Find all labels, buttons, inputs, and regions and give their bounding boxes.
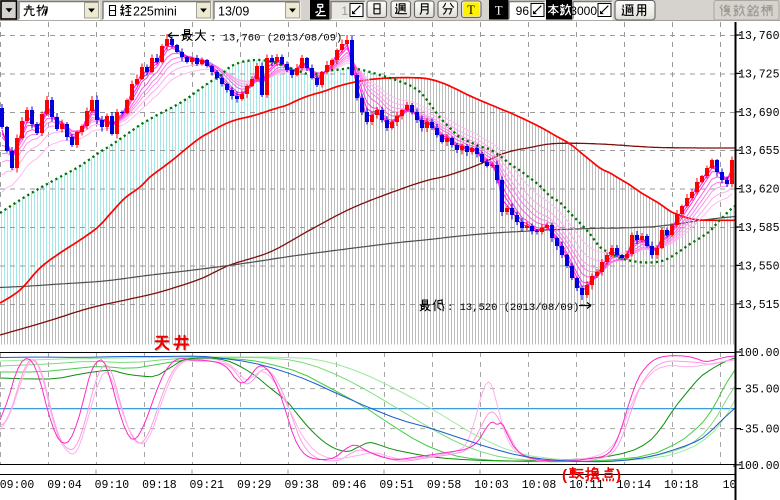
svg-text:13,620: 13,620 bbox=[738, 184, 780, 197]
svg-text:10:18: 10:18 bbox=[664, 479, 699, 492]
svg-text:13,550: 13,550 bbox=[738, 260, 780, 273]
svg-text:10: 10 bbox=[723, 479, 737, 492]
svg-text:T: T bbox=[495, 4, 503, 18]
svg-text:13,515: 13,515 bbox=[738, 299, 780, 312]
svg-text:09:51: 09:51 bbox=[379, 479, 414, 492]
svg-text:09:04: 09:04 bbox=[47, 479, 82, 492]
svg-text:13,690: 13,690 bbox=[738, 107, 780, 120]
svg-text:3000: 3000 bbox=[570, 4, 597, 18]
svg-text:09:46: 09:46 bbox=[332, 479, 367, 492]
svg-text:13/09: 13/09 bbox=[218, 4, 249, 18]
svg-text:10:14: 10:14 bbox=[617, 479, 652, 492]
svg-text:13,725: 13,725 bbox=[738, 68, 780, 81]
svg-text:35.00: 35.00 bbox=[745, 384, 780, 397]
svg-text:09:00: 09:00 bbox=[0, 479, 34, 492]
svg-text:225mini: 225mini bbox=[133, 4, 177, 18]
svg-text:T: T bbox=[467, 3, 475, 17]
svg-text:96: 96 bbox=[516, 4, 530, 18]
svg-text:09:58: 09:58 bbox=[427, 479, 462, 492]
svg-text:13,655: 13,655 bbox=[738, 145, 780, 158]
svg-text:13,585: 13,585 bbox=[738, 222, 780, 235]
svg-text:13,760: 13,760 bbox=[738, 30, 780, 43]
svg-text:09:21: 09:21 bbox=[190, 479, 225, 492]
svg-text:1: 1 bbox=[341, 4, 348, 18]
svg-text:(: ( bbox=[562, 467, 567, 484]
svg-text:09:38: 09:38 bbox=[284, 479, 319, 492]
svg-text:09:10: 09:10 bbox=[95, 479, 130, 492]
svg-text:09:18: 09:18 bbox=[142, 479, 177, 492]
svg-text:10:03: 10:03 bbox=[474, 479, 509, 492]
svg-text:10:08: 10:08 bbox=[522, 479, 557, 492]
svg-text:: 13,520 (2013/08/09): : 13,520 (2013/08/09) bbox=[447, 302, 579, 314]
svg-text:: 13,760 (2013/08/09): : 13,760 (2013/08/09) bbox=[210, 32, 342, 44]
svg-text:-100.00: -100.00 bbox=[731, 460, 779, 473]
svg-text:-35.00: -35.00 bbox=[738, 424, 780, 437]
svg-text:09:29: 09:29 bbox=[237, 479, 272, 492]
svg-text:): ) bbox=[616, 467, 621, 484]
svg-text:100.00: 100.00 bbox=[738, 347, 780, 360]
